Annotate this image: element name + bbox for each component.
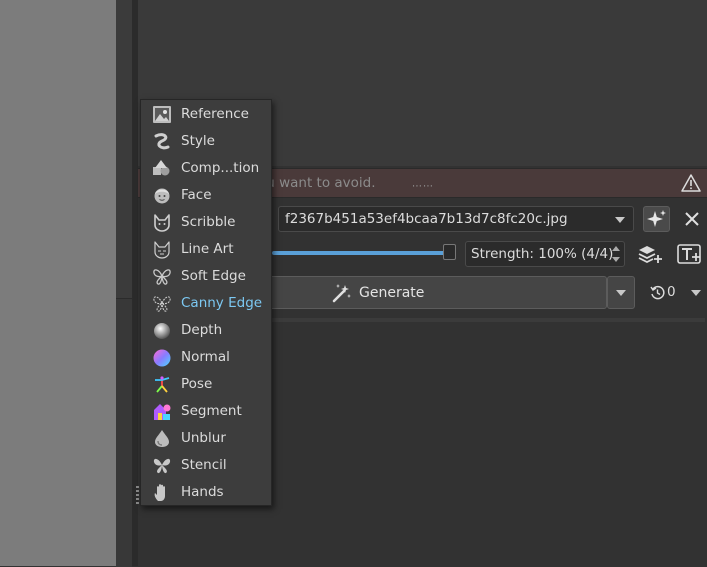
control-image-select[interactable]: f2367b451a53ef4bcaa7b13d7c8fc20c.jpg (278, 206, 634, 232)
menu-item-label: Unblur (181, 430, 226, 446)
pose-figure-icon (155, 376, 170, 393)
menu-item-label: Scribble (181, 214, 236, 230)
butterfly-canny-icon (153, 296, 171, 312)
chevron-down-icon (691, 290, 701, 296)
depth-sphere-icon (154, 323, 170, 339)
left-panel-background (0, 0, 116, 566)
menu-item-label: Face (181, 187, 212, 203)
menu-item-label: Segment (181, 403, 242, 419)
generate-label: Generate (359, 285, 425, 301)
hand-icon (154, 484, 165, 501)
menu-item-label: Soft Edge (181, 268, 246, 284)
strength-value: Strength: 100% (4/4) (471, 246, 614, 262)
vertical-scrollbar[interactable] (116, 0, 132, 567)
menu-item-label: Style (181, 133, 215, 149)
menu-item-canny-edge[interactable]: Canny Edge (141, 290, 271, 317)
generate-control-button[interactable] (643, 206, 670, 232)
strength-slider-track[interactable] (272, 251, 448, 255)
menu-item-hands[interactable]: Hands (141, 479, 271, 506)
menu-item-face[interactable]: Face (141, 182, 271, 209)
section-separator (268, 318, 705, 322)
negative-prompt-placeholder: ou want to avoid. (258, 175, 376, 191)
menu-item-label: Normal (181, 349, 230, 365)
resize-grip-icon[interactable]: ⋯⋯ (412, 181, 434, 192)
cat-scribble-icon (154, 214, 170, 232)
chevron-down-icon (615, 217, 625, 223)
menu-item-label: Depth (181, 322, 223, 338)
menu-item-label: Stencil (181, 457, 227, 473)
butterfly-stencil-icon (153, 458, 171, 474)
menu-item-label: Hands (181, 484, 224, 500)
menu-item-normal[interactable]: Normal (141, 344, 271, 371)
magic-wand-icon (332, 284, 351, 303)
menu-item-scribble[interactable]: Scribble (141, 209, 271, 236)
menu-item-label: Pose (181, 376, 213, 392)
strength-slider-handle[interactable] (443, 244, 456, 260)
add-layers-icon[interactable] (636, 241, 664, 267)
segment-icon (154, 404, 171, 420)
close-icon[interactable] (681, 206, 703, 232)
chevron-down-icon (616, 290, 626, 296)
style-swirl-icon (154, 133, 170, 150)
menu-item-label: Canny Edge (181, 295, 263, 311)
menu-item-label: Line Art (181, 241, 234, 257)
control-type-menu: Reference Style Comp...tion Face Scribbl… (140, 99, 272, 506)
add-text-prompt-icon[interactable] (676, 241, 704, 267)
composition-shapes-icon (153, 160, 170, 176)
menu-item-reference[interactable]: Reference (141, 101, 271, 128)
menu-item-composition[interactable]: Comp...tion (141, 155, 271, 182)
menu-item-label: Comp...tion (181, 160, 260, 176)
history-icon (650, 285, 665, 300)
image-icon (153, 106, 171, 123)
menu-item-label: Reference (181, 106, 249, 122)
normal-sphere-icon (153, 349, 171, 367)
menu-item-style[interactable]: Style (141, 128, 271, 155)
unblur-drop-icon (155, 430, 169, 447)
scrollbar-thumb[interactable] (116, 298, 132, 567)
menu-item-stencil[interactable]: Stencil (141, 452, 271, 479)
dock-resize-handle[interactable] (136, 486, 139, 506)
spin-down-icon[interactable] (612, 257, 620, 262)
menu-item-unblur[interactable]: Unblur (141, 425, 271, 452)
spin-up-icon[interactable] (612, 246, 620, 251)
control-image-name: f2367b451a53ef4bcaa7b13d7c8fc20c.jpg (285, 211, 568, 227)
menu-item-segment[interactable]: Segment (141, 398, 271, 425)
butterfly-soft-icon (153, 269, 171, 285)
strength-spinbox[interactable]: Strength: 100% (4/4) (465, 241, 625, 267)
face-icon (154, 188, 170, 204)
menu-item-line-art[interactable]: Line Art (141, 236, 271, 263)
warning-triangle-icon (681, 174, 701, 192)
cat-lineart-icon (154, 241, 170, 259)
generate-options-dropdown[interactable] (607, 276, 635, 309)
sparkle-icon (647, 210, 666, 227)
history-count: 0 (667, 284, 676, 300)
menu-item-depth[interactable]: Depth (141, 317, 271, 344)
history-button[interactable]: 0 (650, 282, 702, 304)
menu-item-pose[interactable]: Pose (141, 371, 271, 398)
generate-button[interactable]: Generate (268, 276, 607, 309)
menu-item-soft-edge[interactable]: Soft Edge (141, 263, 271, 290)
